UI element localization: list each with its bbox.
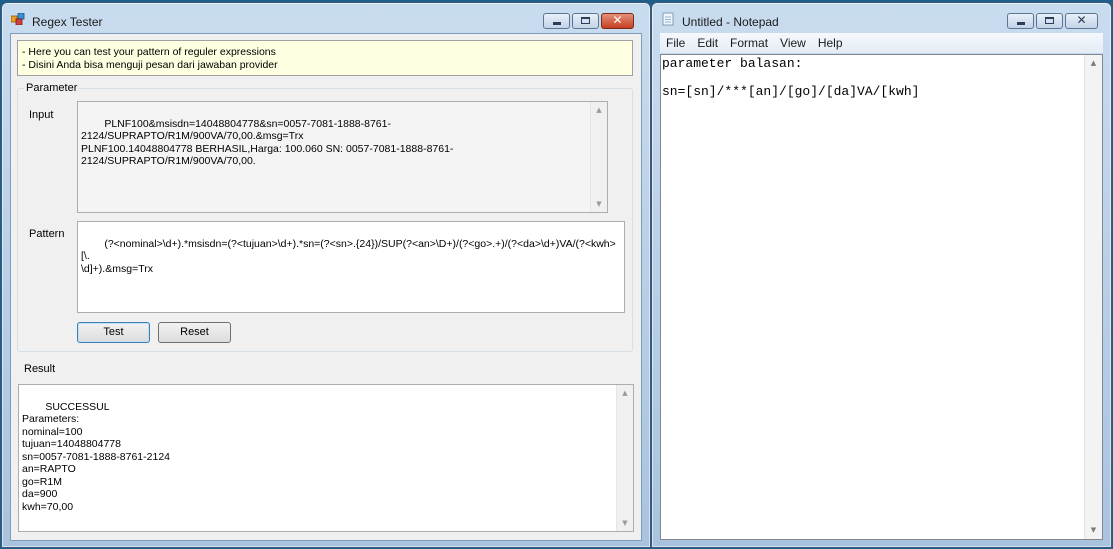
- minimize-button[interactable]: [1007, 13, 1034, 29]
- input-textbox[interactable]: PLNF100&msisdn=14048804778&sn=0057-7081-…: [77, 101, 608, 213]
- close-icon: ✕: [612, 13, 623, 27]
- menu-file[interactable]: File: [660, 33, 691, 53]
- close-button[interactable]: ✕: [601, 13, 634, 29]
- minimize-icon: [553, 22, 561, 25]
- scroll-down-icon[interactable]: ▼: [591, 196, 607, 212]
- notepad-window: Untitled - Notepad ✕ File Edit Format Vi…: [651, 2, 1112, 548]
- app-icon: [11, 13, 25, 25]
- parameter-group: Parameter Input PLNF100&msisdn=140488047…: [17, 82, 633, 352]
- minimize-button[interactable]: [543, 13, 570, 29]
- parameter-group-label: Parameter: [24, 82, 80, 94]
- notepad-icon: [662, 12, 674, 26]
- pattern-textbox[interactable]: (?<nominal>\d+).*msisdn=(?<tujuan>\d+).*…: [77, 221, 625, 313]
- scroll-down-icon[interactable]: ▼: [617, 515, 633, 531]
- info-line: - Here you can test your pattern of regu…: [22, 46, 276, 58]
- maximize-button[interactable]: [1036, 13, 1063, 29]
- result-group-label: Result: [22, 363, 58, 375]
- menu-view[interactable]: View: [774, 33, 812, 53]
- scroll-up-icon[interactable]: ▲: [1085, 55, 1102, 72]
- input-scrollbar[interactable]: ▲ ▼: [590, 102, 607, 212]
- close-icon: ✕: [1076, 13, 1087, 27]
- menu-edit[interactable]: Edit: [691, 33, 724, 53]
- info-box: - Here you can test your pattern of regu…: [17, 40, 633, 76]
- pattern-text: (?<nominal>\d+).*msisdn=(?<tujuan>\d+).*…: [81, 237, 616, 275]
- result-textbox[interactable]: SUCCESSUL Parameters: nominal=100 tujuan…: [18, 384, 634, 532]
- notepad-editor[interactable]: parameter balasan: sn=[sn]/***[an]/[go]/…: [660, 54, 1103, 540]
- title-bar[interactable]: Regex Tester ✕: [2, 3, 650, 33]
- close-button[interactable]: ✕: [1065, 13, 1098, 29]
- input-label: Input: [29, 109, 54, 121]
- maximize-icon: [1045, 17, 1054, 24]
- reset-button[interactable]: Reset: [158, 322, 231, 343]
- menu-format[interactable]: Format: [724, 33, 774, 53]
- regex-tester-window: Regex Tester ✕ - Here you can test your …: [1, 2, 651, 548]
- minimize-icon: [1017, 22, 1025, 25]
- result-text: SUCCESSUL Parameters: nominal=100 tujuan…: [22, 400, 170, 513]
- test-button[interactable]: Test: [77, 322, 150, 343]
- notepad-scrollbar[interactable]: ▲ ▼: [1084, 55, 1102, 539]
- maximize-icon: [581, 17, 590, 24]
- title-bar[interactable]: Untitled - Notepad ✕: [652, 3, 1111, 33]
- result-scrollbar[interactable]: ▲ ▼: [616, 385, 633, 531]
- result-group: Result SUCCESSUL Parameters: nominal=100…: [17, 363, 637, 535]
- maximize-button[interactable]: [572, 13, 599, 29]
- scroll-up-icon[interactable]: ▲: [591, 102, 607, 118]
- window-title: Untitled - Notepad: [682, 15, 779, 29]
- pattern-label: Pattern: [29, 228, 65, 240]
- input-text: PLNF100&msisdn=14048804778&sn=0057-7081-…: [81, 117, 454, 168]
- notepad-text: parameter balasan: sn=[sn]/***[an]/[go]/…: [662, 56, 920, 99]
- menu-help[interactable]: Help: [812, 33, 849, 53]
- window-title: Regex Tester: [32, 15, 103, 29]
- info-line: - Disini Anda bisa menguji pesan dari ja…: [22, 59, 278, 71]
- scroll-down-icon[interactable]: ▼: [1085, 522, 1102, 539]
- regex-client-area: - Here you can test your pattern of regu…: [10, 33, 642, 541]
- scroll-up-icon[interactable]: ▲: [617, 385, 633, 401]
- menu-bar: File Edit Format View Help: [660, 33, 1103, 53]
